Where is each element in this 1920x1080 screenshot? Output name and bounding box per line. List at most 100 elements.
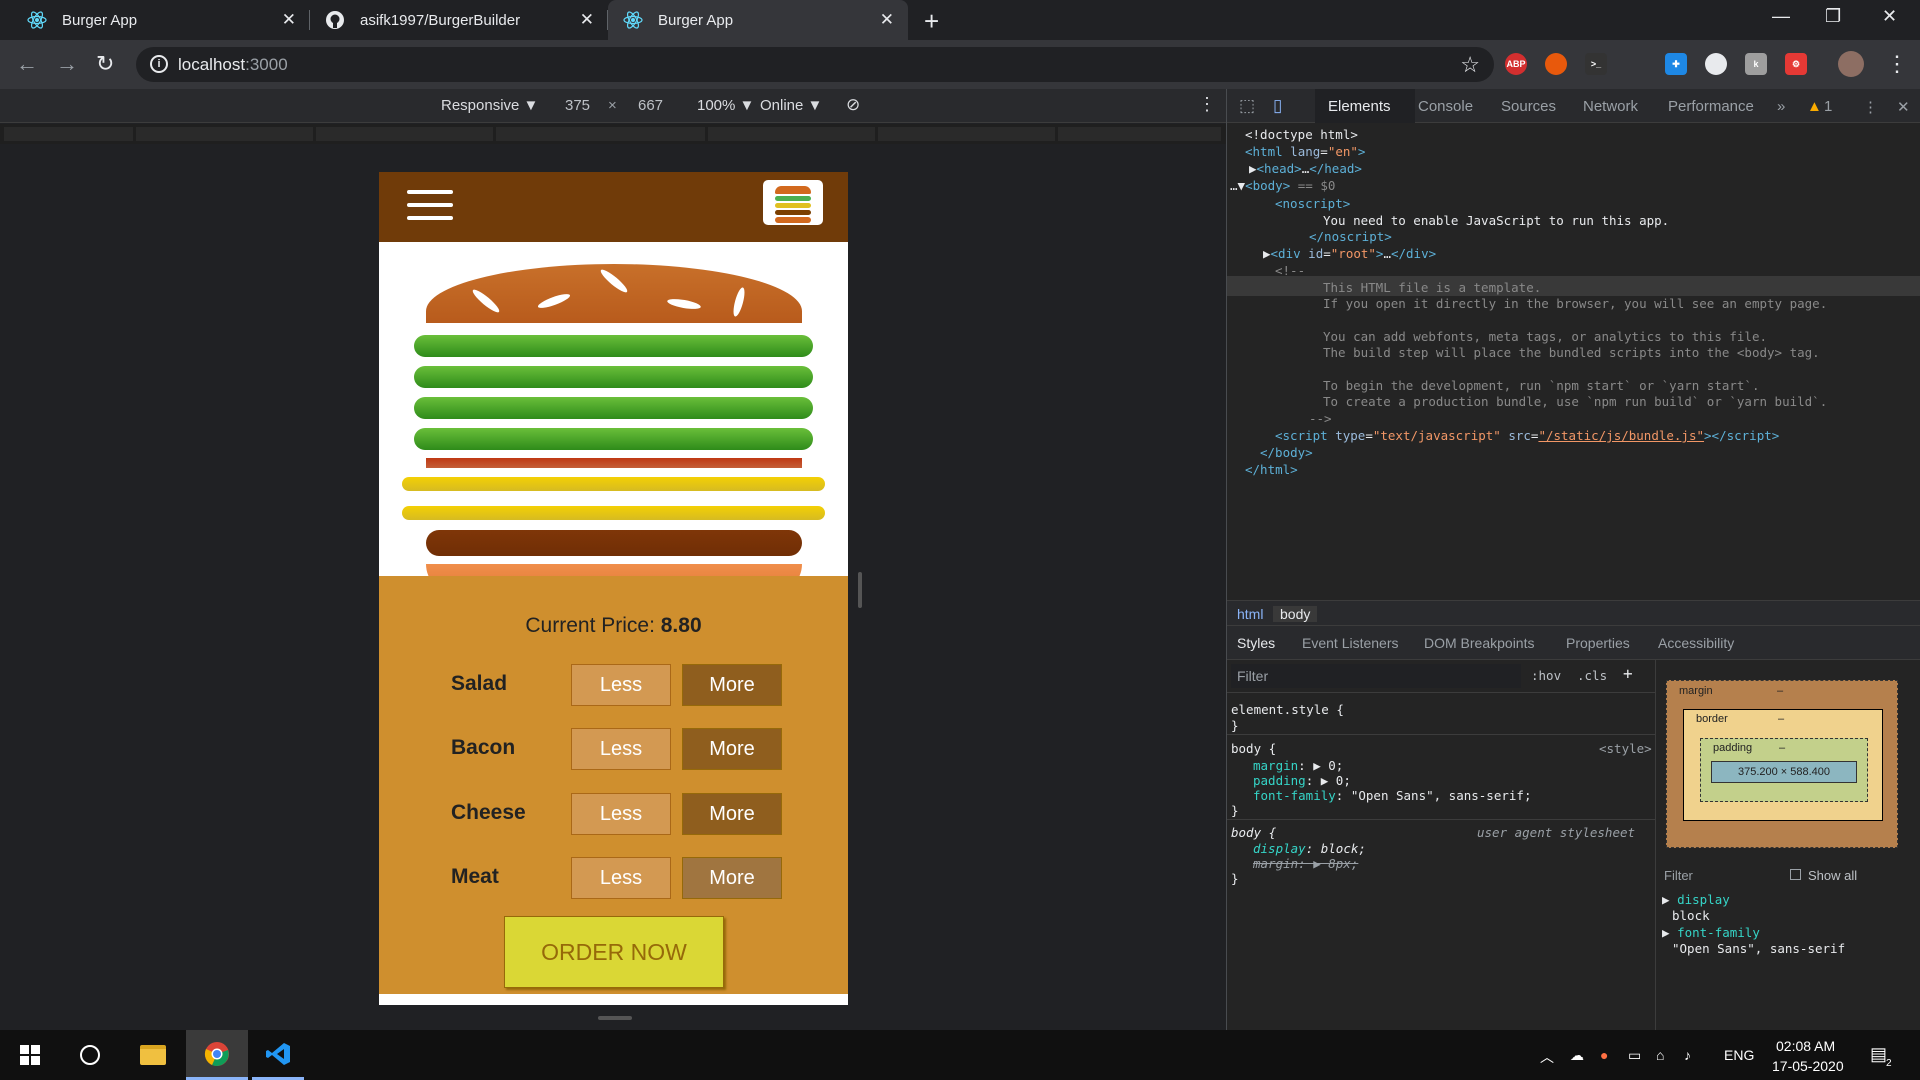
forward-icon[interactable]: → <box>56 51 78 77</box>
resize-handle-bottom[interactable] <box>598 1016 632 1020</box>
breadcrumb-body[interactable]: body <box>1273 606 1318 622</box>
cheese-less-button[interactable]: Less <box>571 793 671 835</box>
terminal-extension-icon[interactable]: >_ <box>1585 53 1607 75</box>
network-throttle-select[interactable]: Online ▼ <box>760 97 822 114</box>
tab-console[interactable]: Console <box>1418 98 1473 115</box>
device-width-input[interactable]: 375 <box>565 97 590 114</box>
add-rule-icon[interactable]: + <box>1623 664 1633 683</box>
chrome-taskbar-icon[interactable] <box>186 1030 248 1080</box>
meat-more-button[interactable]: More <box>682 857 782 899</box>
salad-less-button[interactable]: Less <box>571 664 671 706</box>
onedrive-icon[interactable]: ☁ <box>1570 1047 1584 1064</box>
tab-github[interactable]: asifk1997/BurgerBuilder ✕ <box>310 0 608 40</box>
tree-line[interactable]: <script type="text/javascript" src="/sta… <box>1275 428 1779 443</box>
tree-line[interactable]: <noscript> <box>1275 196 1350 211</box>
tab-performance[interactable]: Performance <box>1668 98 1754 115</box>
devtools-close-icon[interactable]: ✕ <box>1897 98 1910 116</box>
warning-count[interactable]: 1 <box>1824 98 1832 115</box>
tray-app-icon[interactable]: ● <box>1600 1047 1608 1063</box>
file-explorer-icon[interactable] <box>130 1030 176 1080</box>
class-toggle[interactable]: .cls <box>1577 668 1607 683</box>
bookmark-star-icon[interactable]: ☆ <box>1460 52 1480 78</box>
computed-property[interactable]: ▶ display <box>1662 892 1730 907</box>
close-icon[interactable]: ✕ <box>880 10 894 30</box>
box-model-diagram[interactable]: margin – border – padding – 375.200 × 58… <box>1666 680 1898 848</box>
style-source-link[interactable]: <style> <box>1599 741 1652 756</box>
breadcrumb-html[interactable]: html <box>1237 606 1263 622</box>
bacon-less-button[interactable]: Less <box>571 728 671 770</box>
tree-line[interactable]: <!-- <box>1275 263 1305 278</box>
notification-icon[interactable]: ▤ <box>1870 1044 1887 1065</box>
tree-line[interactable]: ▶<head>…</head> <box>1249 161 1362 176</box>
info-icon[interactable]: i <box>150 55 168 73</box>
style-rule-line[interactable]: body { <box>1231 741 1276 756</box>
device-height-input[interactable]: 667 <box>638 97 663 114</box>
tree-line-body[interactable]: …▼<body> == $0 <box>1230 178 1335 193</box>
extension-gear-icon[interactable]: ⚙ <box>1785 53 1807 75</box>
tree-line[interactable]: The build step will place the bundled sc… <box>1323 345 1820 360</box>
tab-burger-app-1[interactable]: Burger App ✕ <box>0 0 310 40</box>
profile-avatar[interactable] <box>1838 51 1864 77</box>
language-indicator[interactable]: ENG <box>1724 1047 1754 1063</box>
tree-line[interactable]: This HTML file is a template. <box>1323 280 1541 295</box>
tree-line[interactable]: You need to enable JavaScript to run thi… <box>1323 213 1669 228</box>
restore-icon[interactable]: ❐ <box>1825 6 1841 27</box>
new-tab-button[interactable]: + <box>924 6 939 37</box>
style-rule-line[interactable]: element.style { <box>1231 702 1344 717</box>
tree-line[interactable]: To begin the development, run `npm start… <box>1323 378 1760 393</box>
bacon-more-button[interactable]: More <box>682 728 782 770</box>
box-model-content[interactable]: 375.200 × 588.400 <box>1711 761 1857 783</box>
device-more-icon[interactable]: ⋮ <box>1198 94 1216 115</box>
tree-line[interactable]: </body> <box>1260 445 1313 460</box>
elements-tree[interactable]: <!doctype html> <html lang="en"> ▶<head>… <box>1227 123 1920 601</box>
hover-state-toggle[interactable]: :hov <box>1531 668 1561 683</box>
subtab-accessibility[interactable]: Accessibility <box>1658 635 1734 651</box>
order-now-button[interactable]: ORDER NOW <box>504 916 724 988</box>
rotate-icon[interactable]: ⊘ <box>846 95 860 115</box>
tree-line[interactable]: </html> <box>1245 462 1298 477</box>
salad-more-button[interactable]: More <box>682 664 782 706</box>
computed-property[interactable]: ▶ font-family <box>1662 925 1760 940</box>
close-icon[interactable]: ✕ <box>580 10 594 30</box>
resize-handle-right[interactable] <box>858 572 862 608</box>
clock-date[interactable]: 17-05-2020 <box>1772 1058 1844 1074</box>
extension-k-icon[interactable]: k <box>1745 53 1767 75</box>
window-close-icon[interactable]: ✕ <box>1882 6 1897 27</box>
tree-line[interactable]: If you open it directly in the browser, … <box>1323 296 1827 311</box>
tree-line[interactable]: You can add webfonts, meta tags, or anal… <box>1323 329 1767 344</box>
tree-line[interactable]: --> <box>1309 411 1332 426</box>
subtab-event-listeners[interactable]: Event Listeners <box>1302 635 1399 651</box>
style-rule-line[interactable]: padding: ▶ 0; <box>1253 773 1351 788</box>
tab-sources[interactable]: Sources <box>1501 98 1556 115</box>
tree-line[interactable]: </noscript> <box>1309 229 1392 244</box>
media-query-ruler[interactable] <box>0 124 1226 144</box>
back-icon[interactable]: ← <box>16 51 38 77</box>
device-mode-select[interactable]: Responsive ▼ <box>441 97 538 114</box>
more-tabs-icon[interactable]: » <box>1777 98 1785 115</box>
extension-cross-icon[interactable]: ✚ <box>1665 53 1687 75</box>
tree-line[interactable]: <html lang="en"> <box>1245 144 1365 159</box>
search-circle-icon[interactable] <box>66 1030 114 1080</box>
style-rule-line[interactable]: margin: ▶ 0; <box>1253 758 1343 773</box>
tab-network[interactable]: Network <box>1583 98 1638 115</box>
windows-start-icon[interactable] <box>0 1030 60 1080</box>
style-rule-line[interactable]: margin: ▶ 8px; <box>1253 856 1358 871</box>
network-icon[interactable]: ⌂ <box>1656 1047 1664 1063</box>
style-rule-line[interactable]: display: block; <box>1253 841 1366 856</box>
styles-filter-input[interactable]: Filter <box>1231 664 1521 688</box>
tab-burger-app-active[interactable]: Burger App ✕ <box>608 0 908 40</box>
url-text[interactable]: localhost:3000 <box>178 55 288 75</box>
adblock-icon[interactable]: ABP <box>1505 53 1527 75</box>
tree-line[interactable]: To create a production bundle, use `npm … <box>1323 394 1827 409</box>
tray-expand-icon[interactable]: ︿ <box>1540 1047 1554 1067</box>
volume-icon[interactable]: ♪ <box>1684 1047 1691 1063</box>
cheese-more-button[interactable]: More <box>682 793 782 835</box>
tab-elements[interactable]: Elements <box>1328 98 1391 115</box>
subtab-properties[interactable]: Properties <box>1566 635 1630 651</box>
reload-icon[interactable]: ↻ <box>96 51 114 77</box>
minimize-icon[interactable]: — <box>1772 6 1790 27</box>
subtab-dom-breakpoints[interactable]: DOM Breakpoints <box>1424 635 1534 651</box>
tree-line[interactable]: <!doctype html> <box>1245 127 1358 142</box>
extension-fire-icon[interactable] <box>1545 53 1567 75</box>
device-toggle-icon[interactable]: ▯ <box>1273 96 1282 116</box>
